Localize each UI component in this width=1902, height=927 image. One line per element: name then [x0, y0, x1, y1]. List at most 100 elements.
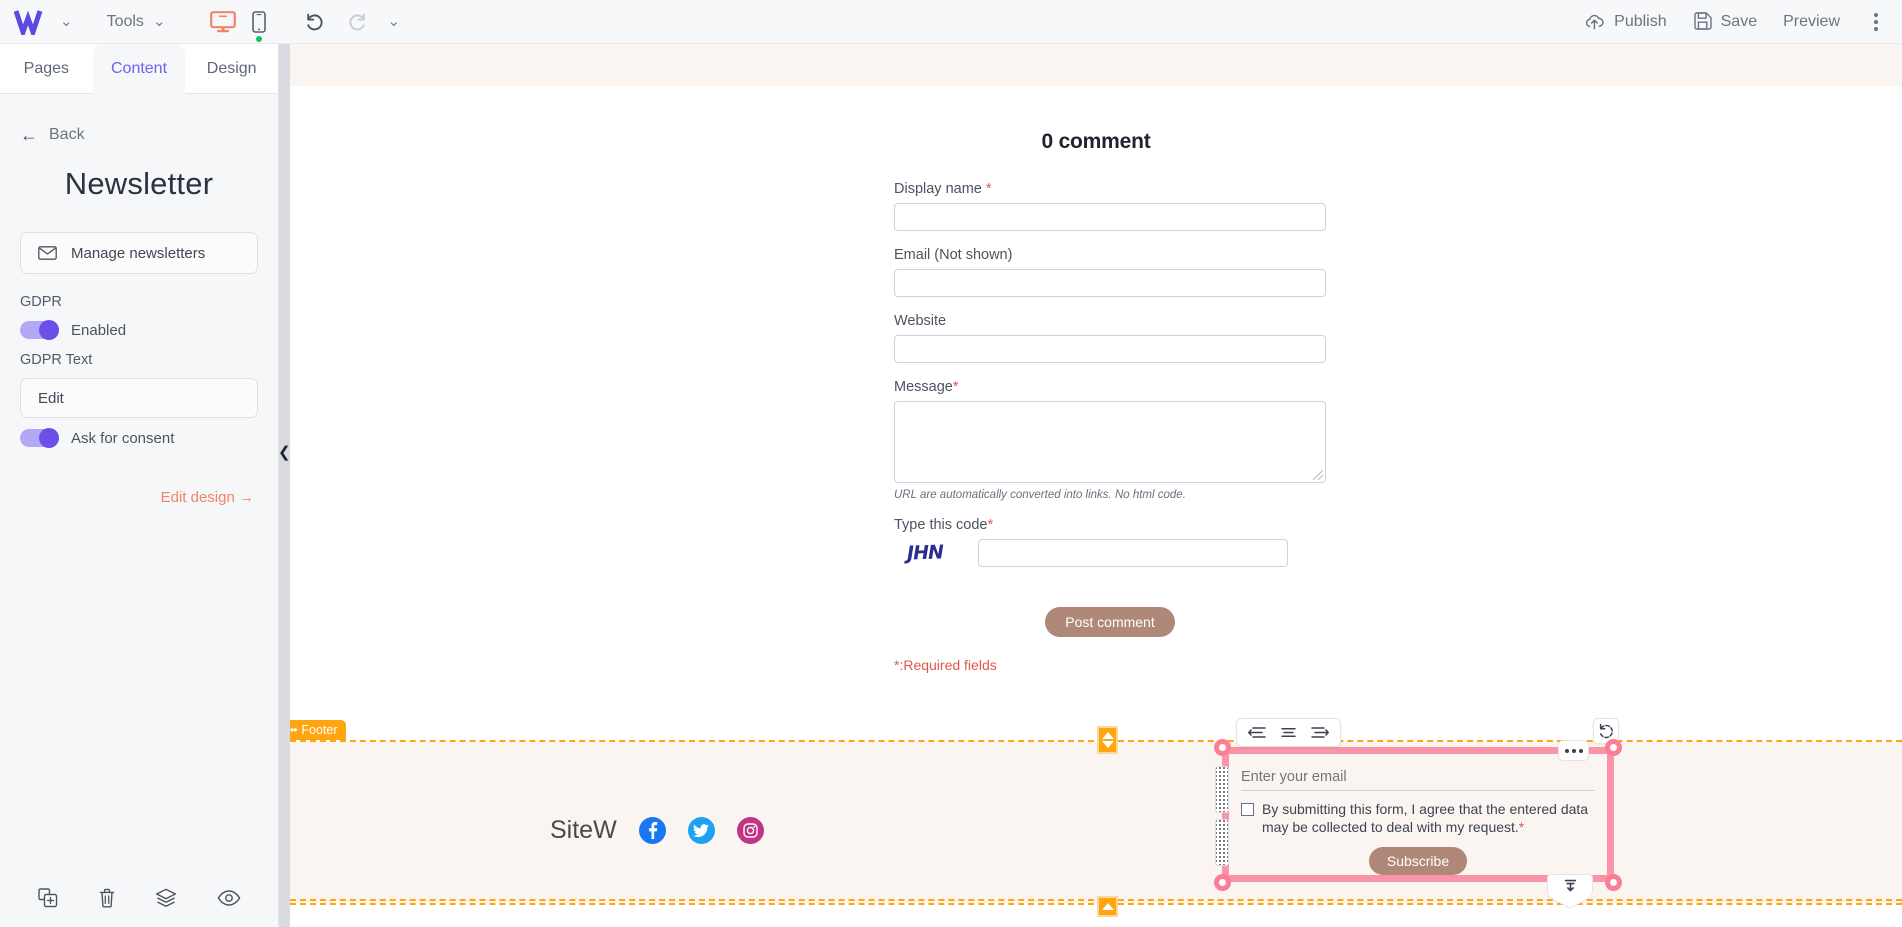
history-group: ⌄ [304, 12, 401, 32]
email-input[interactable] [894, 269, 1326, 297]
drag-handle-lower[interactable] [1215, 819, 1229, 866]
canvas-bottom-boundary [290, 899, 1902, 901]
footer-bottom-resize-handle[interactable] [1097, 896, 1118, 917]
align-left-icon[interactable] [1245, 724, 1270, 741]
tab-content[interactable]: Content [92, 44, 186, 94]
resize-handle-top-right[interactable] [1605, 739, 1622, 756]
left-sidebar: Pages Content Design ← Back Newsletter M… [0, 44, 279, 927]
publish-button[interactable]: Publish [1584, 12, 1667, 31]
manage-newsletters-button[interactable]: Manage newsletters [20, 232, 258, 274]
ask-consent-row: Ask for consent [20, 428, 258, 448]
device-preview-group [209, 10, 266, 42]
mobile-view-button[interactable] [251, 10, 266, 42]
alignment-toolbar [1236, 718, 1341, 747]
footer-brand-row: SiteW [550, 816, 764, 845]
subscribe-button[interactable]: Subscribe [1368, 846, 1468, 875]
email-label: Email (Not shown) [894, 247, 1013, 263]
display-name-label: Display name * [894, 181, 992, 197]
canvas-top-strip [290, 44, 1902, 86]
preview-button[interactable]: Preview [1783, 13, 1840, 31]
tab-design[interactable]: Design [185, 44, 279, 94]
top-toolbar: ⌄ Tools ⌄ ⌄ Publish Save Preview [0, 0, 1902, 44]
align-right-icon[interactable] [1307, 724, 1332, 741]
footer-section-tag[interactable]: •• Footer [290, 720, 346, 740]
gdpr-enabled-toggle[interactable] [20, 320, 59, 340]
message-label: Message* [894, 379, 959, 395]
undo-button[interactable] [304, 12, 326, 32]
resize-handle-bottom-left[interactable] [1214, 874, 1231, 891]
sidebar-scrollbar-track[interactable] [279, 44, 290, 927]
resize-handle-bottom-right[interactable] [1605, 874, 1622, 891]
website-input[interactable] [894, 335, 1326, 363]
page-title: Newsletter [64, 166, 214, 201]
newsletter-email-input[interactable] [1241, 764, 1595, 791]
more-options-icon[interactable] [1866, 9, 1886, 35]
drag-handle-upper[interactable] [1215, 766, 1229, 813]
topbar-actions: Publish Save Preview [1584, 9, 1886, 35]
footer-section: •• Footer SiteW [290, 720, 1902, 927]
captcha-input[interactable] [978, 539, 1288, 567]
edit-design-link[interactable]: Edit design → [20, 489, 258, 506]
sidebar-collapse-chevron-left-icon[interactable]: ❮ [278, 445, 291, 460]
facebook-icon[interactable] [638, 817, 666, 844]
history-chevron-down-icon[interactable]: ⌄ [388, 14, 401, 29]
captcha-row: JHN [894, 539, 1326, 567]
duplicate-icon[interactable] [38, 888, 58, 908]
align-center-icon[interactable] [1276, 724, 1301, 741]
textarea-resize-handle[interactable] [1313, 470, 1323, 480]
captcha-label: Type this code* [894, 517, 994, 533]
desktop-view-button[interactable] [209, 10, 236, 33]
tab-pages[interactable]: Pages [0, 44, 93, 94]
widget-more-options-icon[interactable] [1558, 740, 1589, 761]
layers-icon[interactable] [155, 888, 177, 908]
trash-icon[interactable] [98, 888, 116, 908]
footer-top-resize-handle[interactable] [1097, 726, 1118, 754]
display-name-input[interactable] [894, 203, 1326, 231]
twitter-icon[interactable] [687, 817, 715, 844]
redo-button[interactable] [346, 12, 368, 32]
sidebar-bottom-toolbar [0, 869, 279, 927]
back-button[interactable]: ← Back [20, 126, 258, 144]
gdpr-text-edit-button[interactable]: Edit [20, 378, 258, 418]
logo-dropdown-chevron-down-icon[interactable]: ⌄ [60, 14, 73, 29]
eye-icon[interactable] [217, 890, 241, 906]
resize-handle-top-left[interactable] [1214, 739, 1231, 756]
captcha-image: JHN [906, 541, 944, 565]
consent-text: By submitting this form, I agree that th… [1262, 801, 1589, 836]
ask-consent-label: Ask for consent [71, 429, 175, 447]
align-bottom-icon [1547, 874, 1593, 896]
website-label: Website [894, 313, 947, 329]
align-bottom-button[interactable] [1547, 874, 1593, 908]
sitew-logo[interactable] [13, 9, 50, 40]
footer-tag-label: Footer [301, 723, 338, 737]
page-canvas: 0 comment Display name * Email (Not show… [290, 44, 1902, 927]
consent-checkbox[interactable] [1241, 803, 1254, 816]
comment-form: Display name * Email (Not shown) Website… [894, 181, 1326, 673]
message-textarea[interactable] [894, 401, 1326, 483]
newsletter-form: By submitting this form, I agree that th… [1229, 754, 1607, 875]
widget-selection-frame: By submitting this form, I agree that th… [1222, 747, 1614, 882]
ask-consent-toggle[interactable] [20, 428, 59, 448]
sidebar-tabs: Pages Content Design [0, 44, 279, 94]
consent-row: By submitting this form, I agree that th… [1241, 800, 1595, 837]
publish-label: Publish [1614, 12, 1667, 30]
tools-chevron-down-icon: ⌄ [152, 13, 166, 30]
envelope-icon [38, 246, 57, 260]
arrow-left-icon: ← [20, 125, 38, 145]
save-label: Save [1720, 12, 1758, 30]
post-comment-button[interactable]: Post comment [1045, 607, 1175, 637]
gdpr-enabled-row: Enabled [20, 320, 258, 340]
save-button[interactable]: Save [1693, 12, 1757, 31]
tools-menu[interactable]: Tools ⌄ [107, 13, 166, 31]
footer-bottom-boundary [290, 903, 1902, 905]
edit-design-label: Edit design [160, 489, 235, 506]
drag-dots-icon: •• [290, 723, 297, 737]
comment-count-heading: 0 comment [1041, 130, 1151, 153]
site-brand-name: SiteW [550, 816, 617, 844]
gdpr-text-label: GDPR Text [20, 352, 93, 368]
url-help-text: URL are automatically converted into lin… [894, 489, 1186, 501]
instagram-icon[interactable] [736, 817, 764, 844]
back-label: Back [49, 126, 85, 143]
preview-label: Preview [1783, 12, 1840, 30]
gdpr-enabled-label: Enabled [71, 321, 127, 339]
